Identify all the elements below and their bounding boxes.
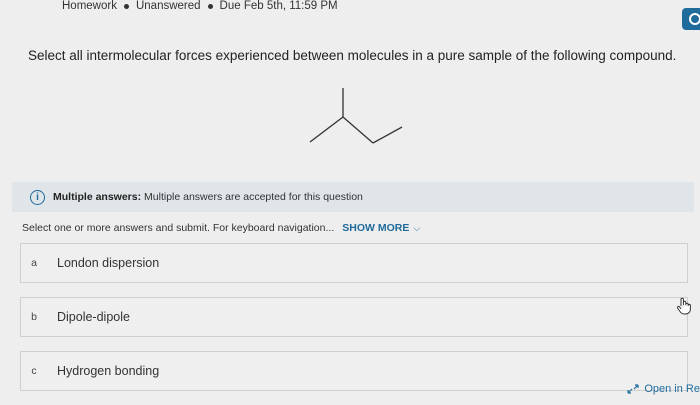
instructions: Select one or more answers and submit. F… xyxy=(22,222,420,234)
info-title: Multiple answers: xyxy=(53,191,142,203)
expand-arrows-icon xyxy=(627,384,639,394)
option-label: Dipole-dipole xyxy=(57,310,130,324)
separator-dot xyxy=(207,3,213,9)
info-icon: i xyxy=(30,189,45,205)
toggle-panel-button[interactable] xyxy=(682,8,700,30)
option-label: Hydrogen bonding xyxy=(57,364,160,378)
due-date: Due Feb 5th, 11:59 PM xyxy=(219,0,338,12)
pointer-hand-icon xyxy=(676,297,691,315)
info-body: Multiple answers are accepted for this q… xyxy=(144,191,363,203)
answer-status: Unanswered xyxy=(135,0,201,12)
show-more-link[interactable]: SHOW MORE xyxy=(342,222,409,234)
option-letter: c xyxy=(31,365,37,377)
assignment-type: Homework xyxy=(62,0,117,12)
answer-option-a[interactable]: a London dispersion xyxy=(20,243,688,283)
option-label: London dispersion xyxy=(57,256,160,270)
separator-dot xyxy=(123,3,129,9)
chevron-down-icon[interactable]: ⌵ xyxy=(413,223,420,234)
option-letter: a xyxy=(31,257,37,269)
answer-option-b[interactable]: b Dipole-dipole xyxy=(20,297,688,337)
bond-line xyxy=(342,116,374,144)
molecule-structure xyxy=(309,88,403,144)
bond-line xyxy=(372,126,403,144)
info-message: Multiple answers: Multiple answers are a… xyxy=(53,191,363,203)
assignment-meta: Homework Unanswered Due Feb 5th, 11:59 P… xyxy=(62,0,338,12)
bond-line xyxy=(309,116,344,143)
open-in-reader-link[interactable]: Open in Re xyxy=(626,383,700,395)
instructions-text: Select one or more answers and submit. F… xyxy=(22,222,335,234)
open-in-label: Open in Re xyxy=(644,383,700,395)
answer-option-c[interactable]: c Hydrogen bonding xyxy=(20,351,688,391)
info-banner: i Multiple answers: Multiple answers are… xyxy=(12,182,694,212)
question-text: Select all intermolecular forces experie… xyxy=(28,48,677,63)
option-letter: b xyxy=(31,311,37,323)
